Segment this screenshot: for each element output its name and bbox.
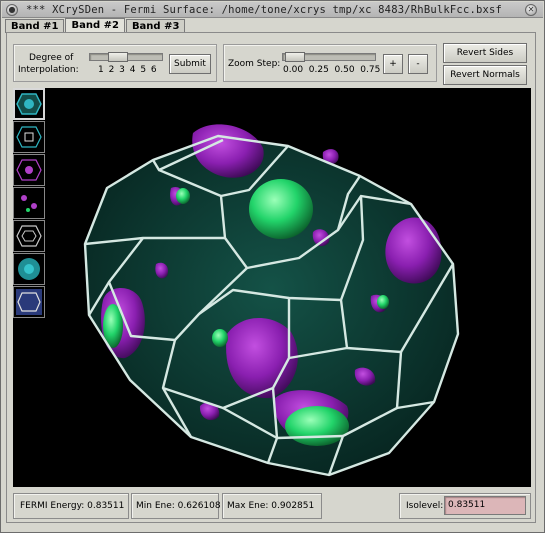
max-energy-text: Max Ene: 0.902851 xyxy=(227,501,315,511)
interpolation-slider-thumb[interactable] xyxy=(108,52,128,62)
zoom-slider-thumb[interactable] xyxy=(285,52,305,62)
xcrysden-window: ● *** XCrySDen - Fermi Surface: /home/to… xyxy=(0,0,545,533)
close-icon[interactable]: ✕ xyxy=(525,4,537,16)
max-energy-display: Max Ene: 0.902851 xyxy=(222,493,322,519)
isolevel-input[interactable]: 0.83511 xyxy=(444,496,526,515)
interpolation-label-line2: Interpolation: xyxy=(18,65,79,75)
revert-normals-button[interactable]: Revert Normals xyxy=(443,65,527,85)
band-tabs: Band #1 Band #2 Band #3 xyxy=(5,18,186,33)
tab-band-3[interactable]: Band #3 xyxy=(125,19,186,33)
interpolation-ticks: 1 2 3 4 5 6 xyxy=(98,65,158,75)
zoom-label: Zoom Step: xyxy=(228,59,281,69)
zoom-minus-button[interactable]: - xyxy=(408,54,428,74)
brillouin-zone-render[interactable] xyxy=(13,88,531,487)
fermi-pocket-green-bottom xyxy=(285,406,349,446)
fermi-surface-viewport[interactable] xyxy=(13,88,531,487)
title-bar[interactable]: ● *** XCrySDen - Fermi Surface: /home/to… xyxy=(2,2,543,18)
fermi-energy-display: FERMI Energy: 0.83511 xyxy=(13,493,129,519)
thumb-5[interactable] xyxy=(13,220,45,252)
fermi-pocket-green-top xyxy=(249,179,313,239)
fermi-pocket-green-small-1 xyxy=(176,188,190,204)
window-title: *** XCrySDen - Fermi Surface: /home/tone… xyxy=(26,4,503,16)
revert-sides-button[interactable]: Revert Sides xyxy=(443,43,527,63)
isolevel-label: Isolevel: xyxy=(406,501,444,511)
zoom-ticks: 0.00 0.25 0.50 0.75 xyxy=(283,65,381,75)
thumb-6[interactable] xyxy=(13,253,45,285)
fermi-pocket-green-small-2 xyxy=(212,329,228,347)
fermi-pocket-green-small-3 xyxy=(377,295,389,309)
submit-button[interactable]: Submit xyxy=(169,54,211,74)
thumb-7[interactable] xyxy=(13,286,45,318)
thumb-4[interactable] xyxy=(13,187,45,219)
zoom-plus-button[interactable]: + xyxy=(383,54,403,74)
window-menu-icon[interactable]: ● xyxy=(6,4,18,16)
tab-band-1[interactable]: Band #1 xyxy=(5,19,65,33)
fermi-energy-text: FERMI Energy: 0.83511 xyxy=(20,501,125,511)
zoom-slider[interactable] xyxy=(282,52,376,62)
min-energy-text: Min Ene: 0.626108 xyxy=(136,501,221,511)
tab-band-2[interactable]: Band #2 xyxy=(65,18,125,33)
thumb-3[interactable] xyxy=(13,154,45,186)
interpolation-slider[interactable] xyxy=(89,52,163,62)
min-energy-display: Min Ene: 0.626108 xyxy=(131,493,221,519)
thumb-2[interactable] xyxy=(13,121,45,153)
fermi-pocket-right xyxy=(385,217,442,284)
thumb-1[interactable] xyxy=(13,88,45,120)
interpolation-label-line1: Degree of xyxy=(29,53,74,63)
surface-thumbnails xyxy=(13,88,45,319)
